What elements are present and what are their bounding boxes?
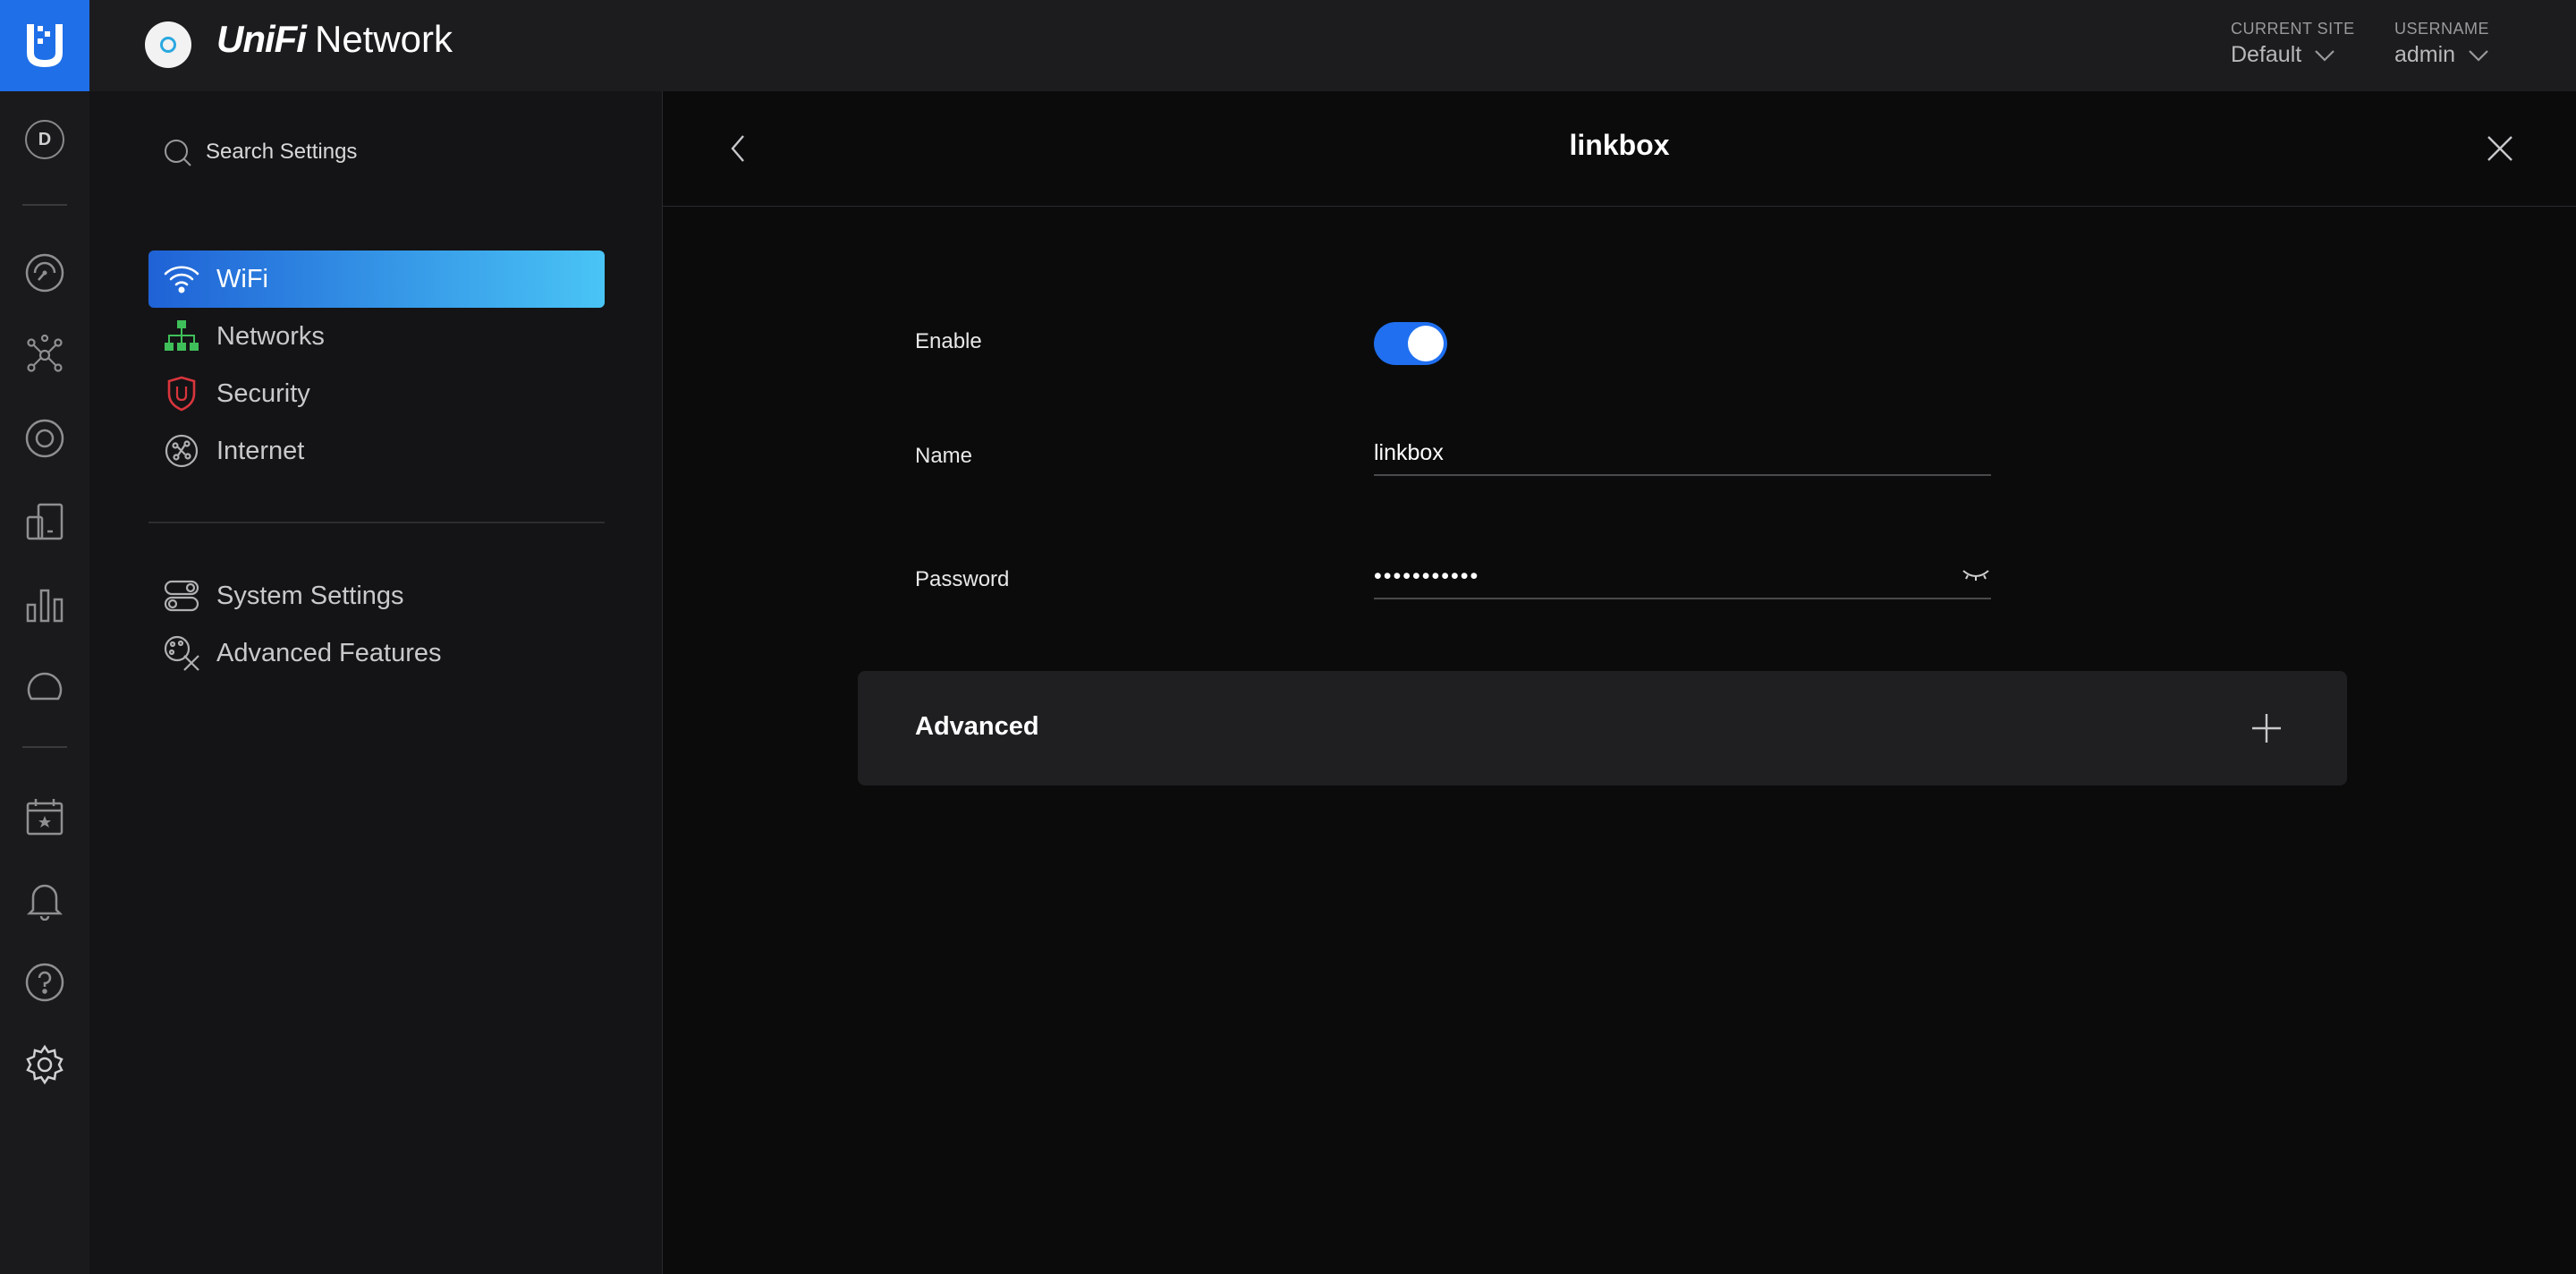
advanced-section[interactable]: Advanced — [858, 671, 2347, 786]
show-password-icon[interactable] — [1961, 564, 1991, 585]
nav-item-wifi[interactable]: WiFi — [148, 251, 605, 308]
left-rail: D — [0, 0, 90, 1274]
toggle-knob — [1408, 326, 1444, 361]
nav-item-label: System Settings — [216, 581, 404, 610]
insights-icon[interactable] — [22, 665, 67, 709]
nav-item-system-settings[interactable]: System Settings — [148, 567, 605, 624]
nav-item-label: Networks — [216, 321, 325, 351]
current-site-label: CURRENT SITE — [2231, 20, 2355, 38]
settings-nav-panel: Search Settings WiFi Networks Security I… — [89, 91, 663, 1274]
nav-item-label: WiFi — [216, 264, 268, 293]
password-field[interactable]: ••••••••••• — [1374, 555, 1991, 599]
networks-icon — [163, 318, 200, 355]
top-bar: UniFi Network CURRENT SITE Default USERNA… — [89, 0, 2576, 92]
chevron-down-icon — [2469, 49, 2488, 62]
statistics-icon[interactable] — [22, 582, 67, 626]
shield-icon — [163, 375, 200, 412]
nav-item-label: Advanced Features — [216, 638, 442, 667]
nav-item-internet[interactable]: Internet — [148, 422, 605, 480]
search-icon — [165, 140, 191, 166]
plus-icon[interactable] — [2249, 710, 2284, 746]
current-site-value: Default — [2231, 42, 2302, 67]
search-placeholder: Search Settings — [206, 140, 358, 164]
advanced-label: Advanced — [915, 712, 1039, 741]
close-button[interactable] — [2482, 131, 2518, 166]
globe-icon — [163, 432, 200, 470]
settings-icon[interactable] — [22, 1042, 67, 1087]
name-input[interactable] — [1374, 439, 1928, 466]
app-title: UniFi Network — [216, 18, 453, 61]
toggles-icon — [163, 577, 200, 615]
name-label: Name — [915, 444, 973, 468]
rail-divider — [22, 204, 67, 206]
nav-item-label: Internet — [216, 436, 305, 465]
brand-unifi: UniFi — [216, 18, 307, 60]
wifi-icon — [163, 260, 200, 298]
events-icon[interactable] — [22, 794, 67, 839]
nav-item-networks[interactable]: Networks — [148, 308, 605, 365]
tools-icon — [163, 634, 200, 672]
current-site-selector[interactable]: CURRENT SITE Default — [2231, 20, 2355, 68]
wifi-edit-panel: linkbox Enable Name Password •••••••••••… — [663, 91, 2576, 1274]
enable-label: Enable — [915, 329, 982, 353]
chevron-down-icon — [2315, 49, 2334, 62]
settings-nav-list-secondary: System Settings Advanced Features — [148, 567, 605, 682]
site-avatar[interactable]: D — [22, 117, 67, 162]
username-value: admin — [2394, 42, 2456, 67]
nav-item-label: Security — [216, 378, 310, 408]
nav-item-security[interactable]: Security — [148, 365, 605, 422]
enable-toggle[interactable] — [1374, 322, 1447, 365]
settings-nav-list: WiFi Networks Security Internet — [148, 251, 605, 480]
name-field[interactable] — [1374, 431, 1991, 476]
username-label: USERNAME — [2394, 20, 2490, 38]
rail-divider — [22, 746, 67, 748]
brand-network: Network — [314, 18, 453, 60]
clients-icon[interactable] — [22, 499, 67, 544]
search-settings[interactable]: Search Settings — [161, 136, 357, 168]
page-title: linkbox — [1569, 129, 1670, 161]
dashboard-icon[interactable] — [22, 251, 67, 295]
topology-icon[interactable] — [22, 333, 67, 378]
close-icon — [2487, 136, 2512, 161]
password-label: Password — [915, 567, 1010, 591]
username-selector[interactable]: USERNAME admin — [2394, 20, 2489, 68]
nav-divider — [148, 522, 605, 523]
unifi-app-icon — [145, 21, 191, 68]
nav-item-advanced-features[interactable]: Advanced Features — [148, 624, 605, 682]
ubiquiti-logo-icon — [27, 24, 63, 67]
devices-icon[interactable] — [22, 416, 67, 461]
site-avatar-letter: D — [25, 120, 64, 159]
help-icon[interactable] — [22, 960, 67, 1005]
panel-header: linkbox — [663, 91, 2576, 207]
alerts-icon[interactable] — [22, 878, 67, 922]
ubiquiti-logo[interactable] — [0, 0, 89, 91]
password-input[interactable]: ••••••••••• — [1374, 564, 1479, 590]
